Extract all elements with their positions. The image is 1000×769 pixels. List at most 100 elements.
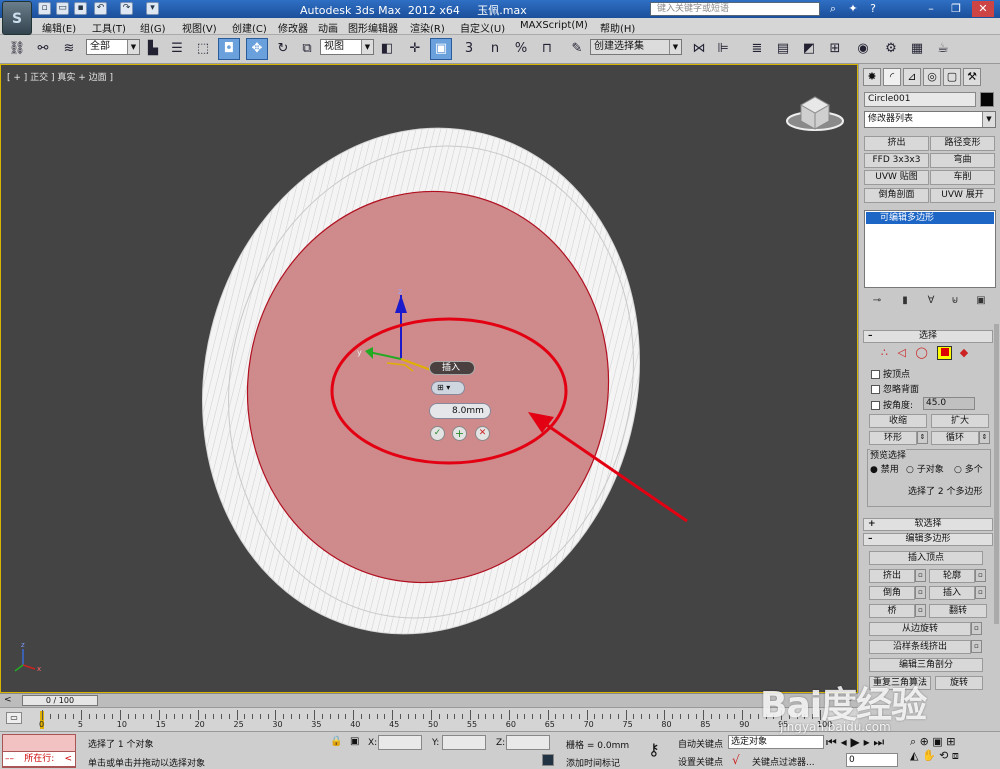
- time-slider-thumb[interactable]: 0 / 100: [22, 695, 98, 706]
- maximize-button[interactable]: ❐: [945, 1, 967, 17]
- time-next-icon[interactable]: >: [846, 695, 854, 705]
- menu-graph-editors[interactable]: 图形编辑器: [348, 20, 398, 35]
- modifier-list-select[interactable]: 修改器列表 ▼: [864, 111, 996, 128]
- bevel-settings-icon[interactable]: ▫: [915, 586, 926, 599]
- close-button[interactable]: ✕: [972, 1, 994, 17]
- pivot-center-icon[interactable]: ◧: [376, 38, 398, 60]
- caddy-apply-icon[interactable]: +: [452, 426, 467, 441]
- preview-disable-radio[interactable]: ● 禁用: [870, 462, 899, 475]
- selection-rollout-header[interactable]: – 选择: [863, 330, 993, 343]
- schematic-view-icon[interactable]: ⊞: [824, 38, 846, 60]
- current-frame-field[interactable]: 0: [846, 753, 898, 767]
- set-key-button[interactable]: 设置关键点: [678, 755, 723, 768]
- viewport-canvas[interactable]: z y z x: [1, 65, 858, 693]
- spinner-snap-icon[interactable]: ⊓: [536, 38, 558, 60]
- caddy-type-select[interactable]: ⊞ ▾: [431, 381, 465, 395]
- extrude-button[interactable]: 挤出: [869, 569, 915, 583]
- modifier-stack[interactable]: 可编辑多边形: [864, 210, 996, 288]
- time-tag-icon[interactable]: [542, 754, 554, 766]
- snaps-toggle-icon[interactable]: 3: [458, 38, 480, 60]
- playback-controls[interactable]: ⏮ ◂ ▶ ▸ ⏭: [826, 735, 906, 751]
- select-by-name-icon[interactable]: ☰: [166, 38, 188, 60]
- mirror-icon[interactable]: ⋈: [688, 38, 710, 60]
- polygon-level-icon[interactable]: [937, 346, 953, 360]
- menu-animation[interactable]: 动画: [318, 20, 338, 35]
- layer-manager-icon[interactable]: ≣: [746, 38, 768, 60]
- flip-button[interactable]: 翻转: [929, 604, 987, 618]
- by-angle-checkbox[interactable]: 按角度:: [871, 398, 913, 411]
- modifier-bevel-profile-button[interactable]: 倒角剖面: [864, 188, 929, 203]
- fov-icon[interactable]: ◭: [910, 749, 918, 762]
- grow-button[interactable]: 扩大: [931, 414, 989, 428]
- edge-level-icon[interactable]: ◁: [898, 346, 906, 359]
- shrink-button[interactable]: 收缩: [869, 414, 927, 428]
- zoom-extents-icon[interactable]: ▣: [932, 735, 942, 748]
- selection-set-select[interactable]: 选定对象: [728, 735, 824, 749]
- select-and-move-icon[interactable]: ✥: [246, 38, 268, 60]
- outline-settings-icon[interactable]: ▫: [975, 569, 986, 582]
- loop-spinner[interactable]: ⇕: [979, 431, 990, 444]
- show-end-result-icon[interactable]: ▮: [897, 294, 913, 308]
- preview-subobject-radio[interactable]: ○ 子对象: [906, 462, 944, 475]
- reference-coord-select[interactable]: 视图 ▼: [320, 39, 374, 55]
- caddy-title[interactable]: 插入: [429, 361, 475, 375]
- maxscript-mini-listener[interactable]: –– 所在行: <: [2, 751, 76, 767]
- extrude-along-spline-button[interactable]: 沿样条线挤出: [869, 640, 971, 654]
- subscription-icon[interactable]: ✦: [846, 2, 860, 16]
- zoom-extents-all-icon[interactable]: ⊞: [946, 735, 955, 748]
- select-and-scale-icon[interactable]: ⧉: [296, 38, 318, 60]
- x-coord-field[interactable]: [378, 735, 422, 750]
- rendered-frame-icon[interactable]: ▦: [906, 38, 928, 60]
- caddy-amount-field[interactable]: 8.0mm: [429, 403, 491, 419]
- menu-edit[interactable]: 编辑(E): [42, 20, 76, 35]
- inset-button[interactable]: 插入: [929, 586, 975, 600]
- insert-vertex-button[interactable]: 插入顶点: [869, 551, 983, 565]
- configure-modifier-sets-icon[interactable]: ▣: [973, 294, 989, 308]
- edit-polygons-rollout-header[interactable]: – 编辑多边形: [863, 533, 993, 546]
- curve-editor-icon[interactable]: ◩: [798, 38, 820, 60]
- menu-group[interactable]: 组(G): [140, 20, 166, 35]
- angle-value-field[interactable]: 45.0: [923, 397, 975, 410]
- search-input[interactable]: 键入关键字或短语: [650, 2, 820, 16]
- percent-snap-icon[interactable]: %: [510, 38, 532, 60]
- make-unique-icon[interactable]: ∀: [923, 294, 939, 308]
- select-object-icon[interactable]: ▙: [142, 38, 164, 60]
- edit-named-selection-icon[interactable]: ✎: [566, 38, 588, 60]
- menu-help[interactable]: 帮助(H): [600, 20, 635, 35]
- pin-stack-icon[interactable]: ⊸: [869, 294, 885, 308]
- soft-selection-rollout-header[interactable]: + 软选择: [863, 518, 993, 531]
- time-slider[interactable]: < 0 / 100 >: [0, 693, 858, 707]
- add-time-tag[interactable]: 添加时间标记: [566, 756, 620, 769]
- bevel-button[interactable]: 倒角: [869, 586, 915, 600]
- quick-access-dropdown-icon[interactable]: ▾: [146, 2, 159, 15]
- select-and-link-icon[interactable]: ⛓: [6, 38, 28, 60]
- menu-view[interactable]: 视图(V): [182, 20, 217, 35]
- hinge-settings-icon[interactable]: ▫: [971, 622, 982, 635]
- open-file-icon[interactable]: ▭: [56, 2, 69, 15]
- rect-selection-icon[interactable]: ⬚: [192, 38, 214, 60]
- modify-tab-icon[interactable]: ◜: [883, 68, 901, 86]
- menu-customize[interactable]: 自定义(U): [460, 20, 505, 35]
- object-color-swatch[interactable]: [980, 92, 994, 107]
- modifier-extrude-button[interactable]: 挤出: [864, 136, 929, 151]
- display-tab-icon[interactable]: ▢: [943, 68, 961, 86]
- modifier-unwrap-uvw-button[interactable]: UVW 展开: [930, 188, 995, 203]
- z-coord-field[interactable]: [506, 735, 550, 750]
- maximize-viewport-icon[interactable]: ⧈: [952, 749, 959, 762]
- key-filters-button[interactable]: 关键点过滤器...: [752, 755, 815, 768]
- menu-modifiers[interactable]: 修改器: [278, 20, 308, 35]
- minimize-button[interactable]: –: [920, 1, 942, 17]
- element-level-icon[interactable]: ◆: [960, 346, 968, 359]
- zoom-all-icon[interactable]: ⊕: [920, 735, 929, 748]
- subobject-level-icons[interactable]: ∴ ◁ ◯ ◆: [881, 346, 991, 362]
- prev-frame-icon[interactable]: ◂: [841, 735, 847, 749]
- select-and-rotate-icon[interactable]: ↻: [272, 38, 294, 60]
- modifier-path-deform-button[interactable]: 路径变形: [930, 136, 995, 151]
- pan-icon[interactable]: ✋: [922, 749, 936, 762]
- material-editor-icon[interactable]: ◉: [852, 38, 874, 60]
- edit-triangulation-button[interactable]: 编辑三角剖分: [869, 658, 983, 672]
- modifier-bend-button[interactable]: 弯曲: [930, 153, 995, 168]
- named-selection-select[interactable]: 创建选择集 ▼: [590, 39, 682, 55]
- menu-create[interactable]: 创建(C): [232, 20, 267, 35]
- object-name-field[interactable]: Circle001: [864, 92, 976, 107]
